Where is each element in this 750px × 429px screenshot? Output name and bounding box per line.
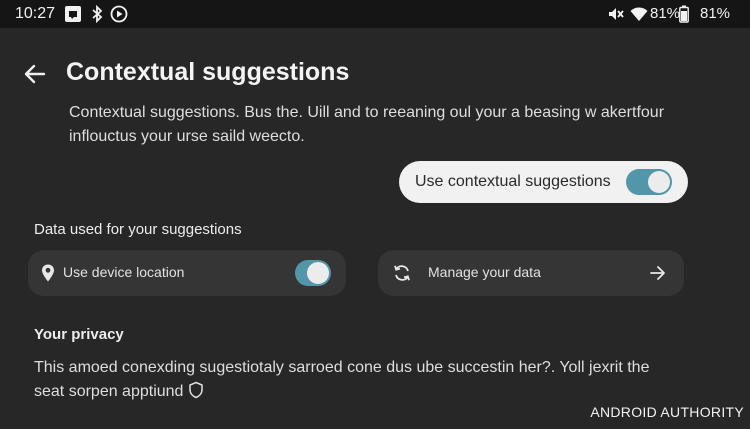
mute-icon <box>609 8 624 20</box>
use-device-location-label: Use device location <box>63 264 185 280</box>
shield-icon <box>189 381 204 399</box>
battery-icon <box>679 5 689 23</box>
main-toggle-switch[interactable] <box>626 169 672 195</box>
battery-percent: 81% <box>700 5 731 22</box>
page-title: Contextual suggestions <box>66 58 350 86</box>
status-time: 10:27 <box>15 5 56 22</box>
main-toggle-label: Use contextual suggestions <box>415 173 611 190</box>
location-pin-icon <box>42 264 54 282</box>
use-device-location-row[interactable]: Use device location <box>28 250 346 296</box>
manage-your-data-row[interactable]: Manage your data <box>378 250 684 296</box>
back-arrow-icon[interactable] <box>22 61 48 87</box>
switch-knob <box>307 262 329 284</box>
description-text: Contextual suggestions. Bus the. Uill an… <box>69 104 665 145</box>
bluetooth-icon <box>92 5 103 23</box>
sync-icon <box>394 265 410 281</box>
privacy-heading: Your privacy <box>34 326 124 343</box>
status-bar: 10:27 81% 81% <box>0 0 750 28</box>
switch-knob <box>648 171 670 193</box>
media-play-icon <box>110 5 128 23</box>
location-toggle-switch[interactable] <box>295 260 331 286</box>
watermark: ANDROID AUTHORITY <box>590 404 744 420</box>
signal-battery-text: 81% <box>650 5 681 22</box>
use-contextual-suggestions-toggle[interactable]: Use contextual suggestions <box>399 161 688 203</box>
wifi-icon <box>630 7 648 21</box>
manage-your-data-label: Manage your data <box>428 264 541 280</box>
privacy-text-block: This amoed conexding sugestiotaly sarroe… <box>34 356 674 404</box>
arrow-right-icon <box>650 266 665 280</box>
section-label-data: Data used for your suggestions <box>34 221 242 238</box>
notification-icon <box>65 6 81 22</box>
privacy-text: This amoed conexding sugestiotaly sarroe… <box>34 359 650 400</box>
